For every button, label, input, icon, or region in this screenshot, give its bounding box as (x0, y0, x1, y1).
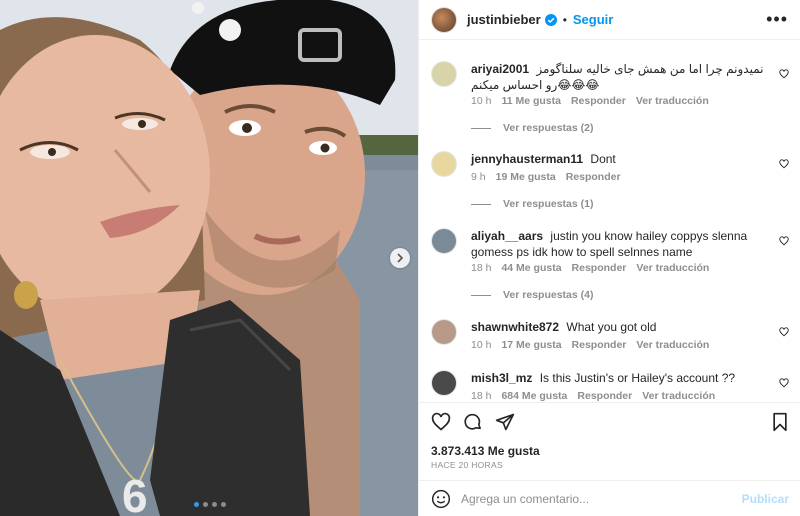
post-photo: 6 (0, 0, 418, 516)
comment-body: shawnwhite872 What you got old (471, 319, 771, 335)
comment-likes[interactable]: 19 Me gusta (496, 171, 556, 183)
replies-divider (471, 203, 491, 205)
comment-likes[interactable]: 11 Me gusta (501, 95, 561, 107)
replies-divider (471, 294, 491, 296)
paper-plane-icon[interactable] (495, 412, 515, 435)
view-replies-label: Ver respuestas (1) (503, 198, 594, 210)
comment-body: jennyhausterman11 Dont (471, 151, 771, 167)
view-replies-label: Ver respuestas (2) (503, 122, 594, 134)
commenter-username[interactable]: shawnwhite872 (471, 320, 559, 334)
verified-badge-icon (544, 13, 557, 26)
more-options-icon[interactable]: ••• (766, 9, 788, 30)
comment-heart-icon[interactable] (779, 157, 789, 172)
post-media[interactable]: 6 (0, 0, 418, 516)
comment-meta: 18 h 684 Me gusta Responder Ver traducci… (471, 390, 715, 401)
comment-time: 10 h (471, 95, 492, 107)
comment-text: Is this Justin's or Hailey's account ?? (539, 371, 736, 385)
commenter-avatar[interactable] (431, 151, 457, 177)
svg-text:6: 6 (122, 470, 148, 516)
translate-button[interactable]: Ver traducción (636, 95, 709, 107)
commenter-avatar[interactable] (431, 61, 457, 87)
post-timestamp: HACE 20 HORAS (431, 460, 503, 470)
commenter-username[interactable]: aliyah__aars (471, 229, 543, 243)
post-actions (419, 402, 800, 438)
view-replies-label: Ver respuestas (4) (503, 289, 594, 301)
carousel-dot (212, 502, 217, 507)
comment-body: ariyai2001 نمیدونم چرا اما من همش جای خا… (471, 61, 771, 93)
comment-heart-icon[interactable] (779, 234, 789, 249)
comment-body: mish3l_mz Is this Justin's or Hailey's a… (471, 370, 771, 386)
comment-heart-icon[interactable] (779, 376, 789, 391)
comment-meta: 10 h 11 Me gusta Responder Ver traducció… (471, 95, 709, 107)
comment-body: aliyah__aars justin you know hailey copp… (471, 228, 771, 260)
carousel-dot (203, 502, 208, 507)
comment-heart-icon[interactable] (779, 67, 789, 82)
reply-button[interactable]: Responder (577, 390, 632, 401)
follow-button[interactable]: Seguir (573, 12, 613, 27)
comment-input[interactable] (461, 491, 721, 506)
comment-time: 9 h (471, 171, 486, 183)
add-comment-bar: Publicar (419, 480, 800, 516)
chevron-right-icon (397, 253, 404, 263)
commenter-avatar[interactable] (431, 370, 457, 396)
comment-meta: 18 h 44 Me gusta Responder Ver traducció… (471, 262, 709, 274)
commenter-username[interactable]: ariyai2001 (471, 62, 529, 76)
view-replies-button[interactable]: Ver respuestas (2) (471, 122, 593, 134)
comments-list[interactable]: ariyai2001 نمیدونم چرا اما من همش جای خا… (419, 41, 800, 401)
reply-button[interactable]: Responder (572, 339, 627, 351)
carousel-indicator (194, 502, 226, 507)
bookmark-icon[interactable] (771, 412, 789, 435)
likes-count[interactable]: 3.873.413 Me gusta (431, 444, 540, 458)
comment-time: 10 h (471, 339, 492, 351)
comment-likes[interactable]: 44 Me gusta (501, 262, 561, 274)
commenter-username[interactable]: mish3l_mz (471, 371, 532, 385)
comment-likes[interactable]: 684 Me gusta (501, 390, 567, 401)
comment-time: 18 h (471, 262, 492, 274)
smiley-icon[interactable] (431, 489, 451, 509)
view-replies-button[interactable]: Ver respuestas (1) (471, 198, 593, 210)
translate-button[interactable]: Ver traducción (636, 262, 709, 274)
heart-icon[interactable] (431, 412, 451, 435)
author-avatar[interactable] (431, 6, 457, 33)
comment-time: 18 h (471, 390, 492, 401)
carousel-next-button[interactable] (390, 248, 410, 268)
author-username[interactable]: justinbieber (467, 12, 541, 27)
reply-button[interactable]: Responder (566, 171, 621, 183)
comment-likes[interactable]: 17 Me gusta (501, 339, 561, 351)
post-side-panel: justinbieber • Seguir ••• ariyai2001 نمی… (418, 0, 800, 516)
comment-text: Dont (590, 152, 616, 166)
translate-button[interactable]: Ver traducción (636, 339, 709, 351)
comment-meta: 10 h 17 Me gusta Responder Ver traducció… (471, 339, 709, 351)
publish-button[interactable]: Publicar (742, 492, 789, 506)
comment-meta: 9 h 19 Me gusta Responder (471, 171, 621, 183)
post-header: justinbieber • Seguir ••• (419, 0, 800, 40)
header-separator: • (562, 12, 567, 27)
view-replies-button[interactable]: Ver respuestas (4) (471, 289, 593, 301)
comment-heart-icon[interactable] (779, 325, 789, 340)
translate-button[interactable]: Ver traducción (642, 390, 715, 401)
reply-button[interactable]: Responder (572, 262, 627, 274)
replies-divider (471, 127, 491, 129)
comment-icon[interactable] (463, 412, 483, 435)
carousel-dot (194, 502, 199, 507)
commenter-avatar[interactable] (431, 228, 457, 254)
commenter-avatar[interactable] (431, 319, 457, 345)
reply-button[interactable]: Responder (571, 95, 626, 107)
commenter-username[interactable]: jennyhausterman11 (471, 152, 583, 166)
carousel-dot (221, 502, 226, 507)
comment-text: What you got old (566, 320, 657, 334)
